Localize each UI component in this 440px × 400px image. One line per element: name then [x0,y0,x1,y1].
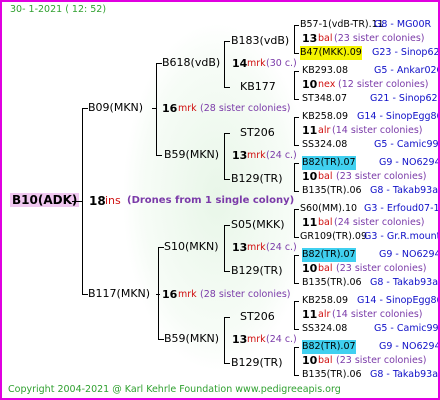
gen4-note-5: (23 sister colonies) [336,263,427,274]
gen2-unit-3: mrk [247,334,266,345]
gen4-score-7: 10 [302,354,318,367]
gen3-name-6[interactable]: ST206 [240,310,275,324]
gen4-bottom-7[interactable]: B135(TR).06 [302,368,362,382]
gen4-note-0: (23 sister colonies) [334,33,425,44]
gen3-name-5[interactable]: B129(TR) [231,264,283,278]
gen4-note-1: (12 sister colonies) [338,79,429,90]
gen1-name-1[interactable]: B117(MKN) [88,287,150,301]
gen4-note-3: (23 sister colonies) [336,171,427,182]
root-name[interactable]: B10(ADK) [10,193,80,207]
gen3-name-2[interactable]: ST206 [240,126,275,140]
gen3-name-1[interactable]: KB177 [240,80,276,94]
gen4-top-code-0: G8 - MG00R [374,19,432,30]
gen4-score-4: 11 [302,216,318,229]
date-header: 30- 1-2021 ( 12: 52) [10,4,107,15]
gen4-bottom-code-5: G8 - Takab93aR [370,277,440,288]
gen4-unit-7: bal [318,355,333,366]
gen4-score-5: 10 [302,262,318,275]
gen3-name-7[interactable]: B129(TR) [231,356,283,370]
gen4-bottom-code-6: G5 - Camic99R [374,323,440,334]
gen4-top-2[interactable]: KB258.09 [302,110,348,124]
gen4-unit-6: alr [318,309,331,320]
gen4-score-0: 13 [302,32,318,45]
gen1-score-0: 16 [162,102,178,115]
gen1-note-0: (28 sister colonies) [200,103,291,114]
gen4-bottom-code-1: G21 - Sinop62R [370,93,440,104]
gen3-name-0[interactable]: B183(vdB) [231,34,289,48]
gen4-top-7[interactable]: B82(TR).07 [302,340,356,354]
gen2-name-0[interactable]: B618(vdB) [162,56,220,70]
gen4-bottom-code-0: G23 - Sinop62R [372,47,440,58]
gen2-note-0: (30 c.) [266,58,297,69]
gen4-note-4: (24 sister colonies) [334,217,425,228]
gen4-top-4[interactable]: S60(MM).10 [300,202,357,216]
gen3-name-3[interactable]: B129(TR) [231,172,283,186]
gen4-top-5[interactable]: B82(TR).07 [302,248,356,262]
gen2-score-0: 14 [232,57,248,70]
gen4-unit-5: bal [318,263,333,274]
gen4-top-code-5: G9 - NO6294R [379,249,438,260]
gen1-name-0[interactable]: B09(MKN) [88,101,143,115]
gen1-score-1: 16 [162,288,178,301]
gen4-top-0[interactable]: B57-1(vdB-TR).11 [300,18,384,32]
root-unit: ins [105,194,121,207]
gen2-note-1: (24 c.) [266,150,297,161]
gen4-top-code-1: G5 - Ankar02Q [374,65,440,76]
gen2-unit-0: mrk [247,58,266,69]
gen4-bottom-6[interactable]: SS324.08 [302,322,347,336]
gen4-unit-3: bal [318,171,333,182]
gen1-unit-0: mrk [178,103,197,114]
root-note: (Drones from 1 single colony) [127,195,295,206]
gen4-top-1[interactable]: KB293.08 [302,64,348,78]
pedigree-frame: 30- 1-2021 ( 12: 52) Copyright 2004-2021… [0,0,440,400]
gen4-top-code-2: G14 - SinopEgg86R [357,111,440,122]
gen1-note-1: (28 sister colonies) [200,289,291,300]
gen4-top-code-6: G14 - SinopEgg86R [357,295,440,306]
gen4-unit-4: bal [318,217,333,228]
gen1-unit-1: mrk [178,289,197,300]
gen2-score-3: 13 [232,333,248,346]
gen4-bottom-2[interactable]: SS324.08 [302,138,347,152]
gen4-note-7: (23 sister colonies) [336,355,427,366]
gen2-name-2[interactable]: S10(MKN) [164,240,219,254]
gen4-score-6: 11 [302,308,318,321]
gen4-bottom-4[interactable]: GR109(TR).09 [300,230,367,244]
gen4-bottom-code-2: G5 - Camic99R [374,139,440,150]
copyright-footer: Copyright 2004-2021 @ Karl Kehrle Founda… [8,384,341,395]
gen4-score-3: 10 [302,170,318,183]
root-score: 18 [89,194,106,208]
gen2-name-3[interactable]: B59(MKN) [164,332,219,346]
gen4-bottom-3[interactable]: B135(TR).06 [302,184,362,198]
gen2-unit-2: mrk [247,242,266,253]
gen4-bottom-5[interactable]: B135(TR).06 [302,276,362,290]
gen4-bottom-code-4: G3 - Gr.R.mounta [364,231,440,242]
gen4-bottom-1[interactable]: ST348.07 [302,92,347,106]
gen4-unit-0: bal [318,33,333,44]
gen4-top-code-7: G9 - NO6294R [379,341,438,352]
gen4-top-code-3: G9 - NO6294R [379,157,438,168]
gen2-note-3: (24 c.) [266,334,297,345]
gen4-top-6[interactable]: KB258.09 [302,294,348,308]
gen2-name-1[interactable]: B59(MKN) [164,148,219,162]
gen4-unit-2: alr [318,125,331,136]
gen4-top-3[interactable]: B82(TR).07 [302,156,356,170]
gen4-unit-1: nex [318,79,336,90]
gen2-note-2: (24 c.) [266,242,297,253]
gen4-bottom-code-7: G8 - Takab93aR [370,369,440,380]
gen3-name-4[interactable]: S05(MKK) [231,218,284,232]
gen4-score-2: 11 [302,124,318,137]
gen4-bottom-0[interactable]: B47(MKK).09 [300,46,362,60]
gen4-note-2: (14 sister colonies) [332,125,423,136]
gen2-unit-1: mrk [247,150,266,161]
gen2-score-1: 13 [232,149,248,162]
gen4-note-6: (14 sister colonies) [332,309,423,320]
gen4-top-code-4: G3 - Erfoud07-1Q [364,203,440,214]
gen4-score-1: 10 [302,78,318,91]
gen2-score-2: 13 [232,241,248,254]
gen4-bottom-code-3: G8 - Takab93aR [370,185,440,196]
